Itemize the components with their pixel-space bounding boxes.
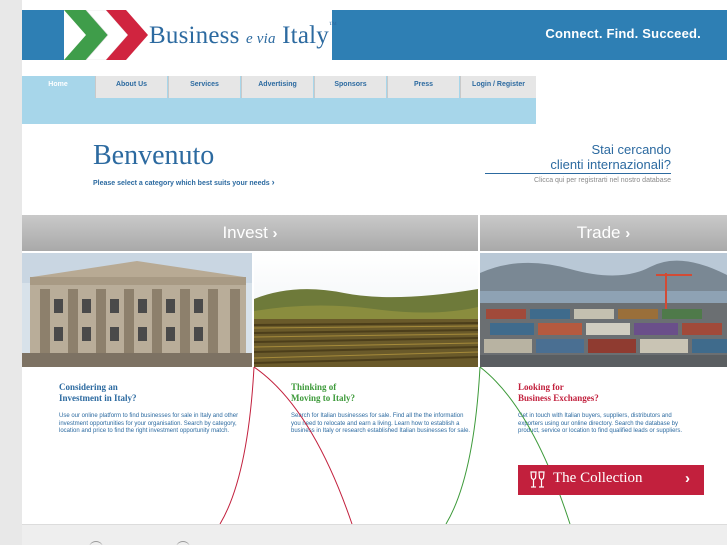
brand-name[interactable]: Business e via Italy™ <box>149 20 338 50</box>
nav-item-advertising[interactable]: Advertising <box>241 76 313 98</box>
welcome-subtitle: Please select a category which best suit… <box>93 177 275 187</box>
site-header: Business e via Italy™ Connect. Find. Suc… <box>22 10 727 60</box>
cta-divider <box>485 173 671 174</box>
tagline: Connect. Find. Succeed. <box>545 26 701 41</box>
chevron-right-icon: › <box>625 225 631 242</box>
international-clients-cta[interactable]: Stai cercando clienti internazionali? <box>550 142 671 172</box>
photo-vineyard[interactable] <box>254 253 478 367</box>
nav-item-home[interactable]: Home <box>22 76 94 98</box>
invest-label: Invest <box>222 223 268 242</box>
nav-item-sponsors[interactable]: Sponsors <box>314 76 386 98</box>
main-nav: Home About Us Services Advertising Spons… <box>22 76 536 124</box>
nav-item-services[interactable]: Services <box>168 76 240 98</box>
page: Business e via Italy™ Connect. Find. Suc… <box>22 0 727 545</box>
cta-line-2: clienti internazionali? <box>550 157 671 172</box>
trade-band[interactable]: Trade › <box>480 215 727 251</box>
trade-panel: Looking for Business Exchanges? Get in t… <box>480 367 727 524</box>
brand-business: Business <box>149 22 240 49</box>
invest-title-line-2: Investment in Italy? <box>59 393 137 403</box>
invest-band[interactable]: Invest › <box>22 215 478 251</box>
invest-panel: Considering an Investment in Italy? Use … <box>22 367 252 524</box>
italian-flag-chevron-logo <box>64 10 148 60</box>
wine-glasses-icon <box>530 471 545 488</box>
nav-item-about-us[interactable]: About Us <box>95 76 167 98</box>
footer-strip <box>22 524 727 545</box>
welcome-subtitle-text: Please select a category which best suit… <box>93 180 270 187</box>
the-collection-button[interactable]: The Collection › <box>518 465 704 495</box>
invest-title-line-1: Considering an <box>59 382 118 392</box>
trade-panel-title: Looking for Business Exchanges? <box>518 382 599 404</box>
trademark-mark: ™ <box>328 20 338 29</box>
nav-item-press[interactable]: Press <box>387 76 459 98</box>
cta-register-link[interactable]: Clicca qui per registrarti nel nostro da… <box>534 177 671 184</box>
chevron-right-icon: › <box>685 470 690 487</box>
welcome-title: Benvenuto <box>93 140 215 171</box>
brand-italy: Italy <box>282 22 329 49</box>
trade-panel-body: Get in touch with Italian buyers, suppli… <box>518 413 683 435</box>
moving-panel-body: Search for Italian businesses for sale. … <box>291 413 471 435</box>
trade-title-line-1: Looking for <box>518 382 564 392</box>
trade-label: Trade <box>576 223 621 242</box>
chevron-right-icon: › <box>272 225 278 242</box>
the-collection-label: The Collection <box>553 470 643 486</box>
moving-panel: Thinking of Moving to Italy? Search for … <box>254 367 478 524</box>
invest-panel-body: Use our online platform to find business… <box>59 413 239 435</box>
nav-item-login-register[interactable]: Login / Register <box>460 76 536 98</box>
moving-panel-title: Thinking of Moving to Italy? <box>291 382 355 404</box>
photo-cargo-port[interactable] <box>480 253 727 367</box>
moving-title-line-2: Moving to Italy? <box>291 393 355 403</box>
brand-evia: e via <box>245 31 276 47</box>
trade-title-line-2: Business Exchanges? <box>518 393 599 403</box>
chevron-right-icon: › <box>271 177 275 187</box>
invest-panel-title: Considering an Investment in Italy? <box>59 382 137 404</box>
moving-title-line-1: Thinking of <box>291 382 337 392</box>
photo-stock-exchange-building[interactable] <box>22 253 252 367</box>
cta-line-1: Stai cercando <box>591 142 672 157</box>
